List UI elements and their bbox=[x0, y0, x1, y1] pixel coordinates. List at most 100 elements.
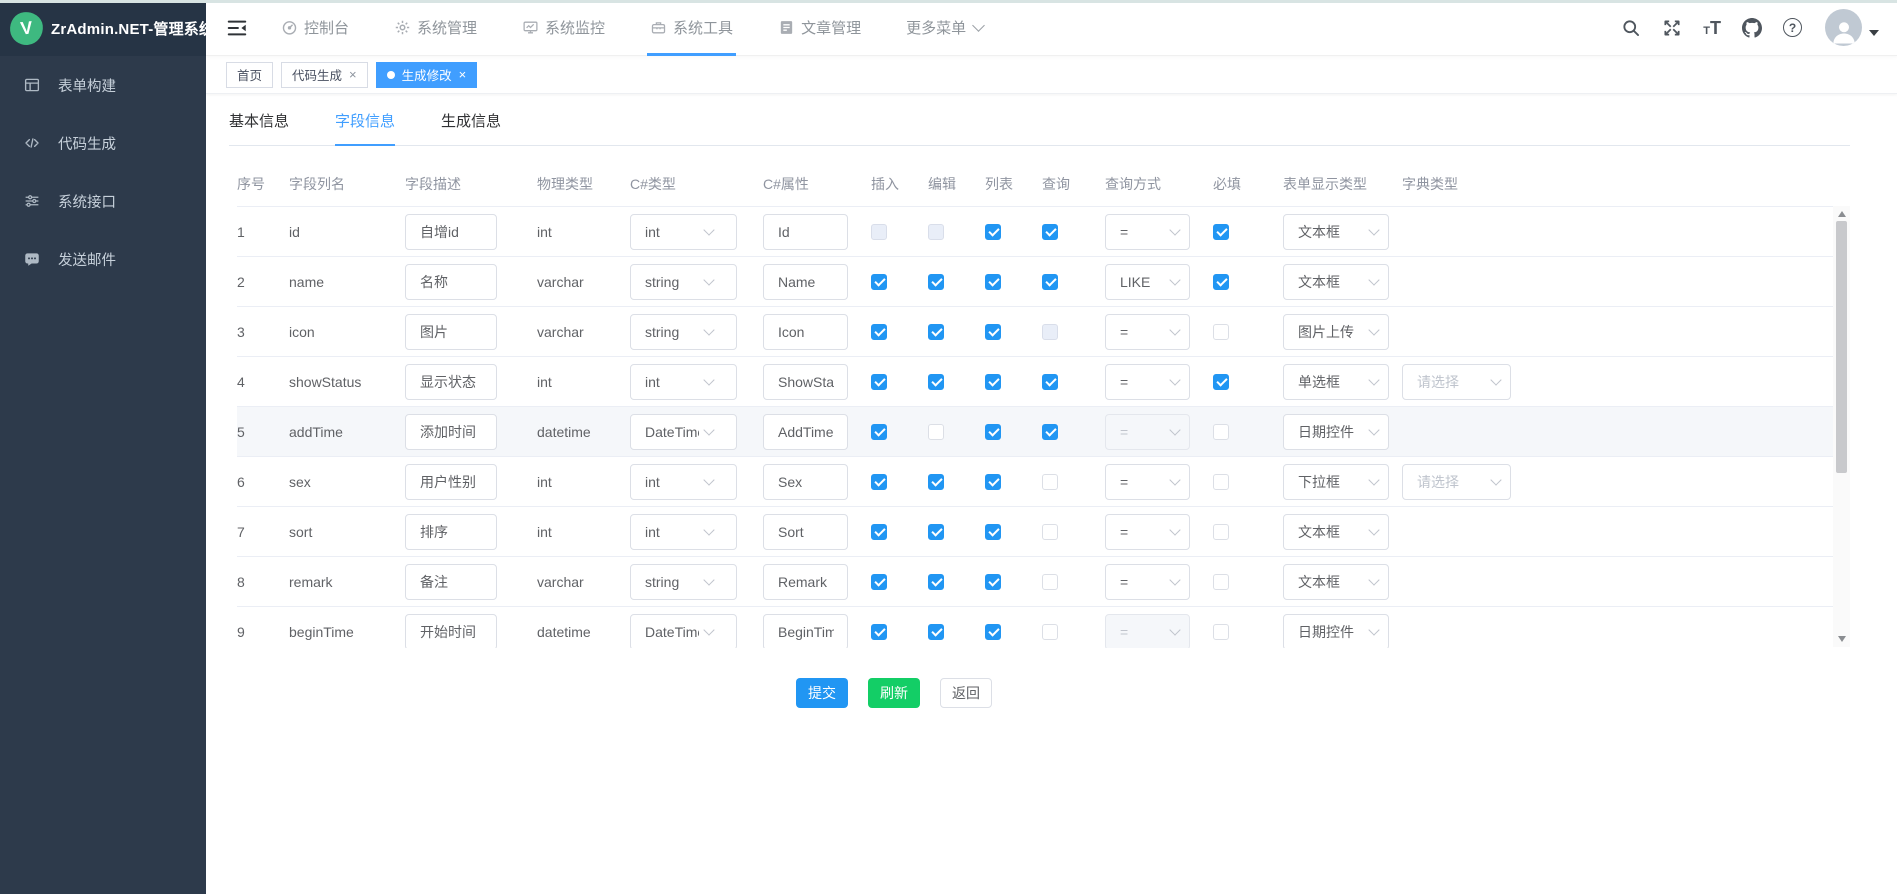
help-icon[interactable]: ? bbox=[1783, 18, 1802, 37]
display-type-select[interactable]: 文本框 bbox=[1283, 514, 1389, 550]
required-checkbox[interactable] bbox=[1213, 324, 1229, 340]
csharp-prop-input[interactable]: BeginTime bbox=[763, 614, 848, 649]
csharp-prop-input[interactable]: Sort bbox=[763, 514, 848, 550]
nav-item-system-tools[interactable]: 系统工具 bbox=[650, 0, 733, 56]
edit-checkbox[interactable] bbox=[928, 574, 944, 590]
insert-checkbox[interactable] bbox=[871, 324, 887, 340]
scrollbar-thumb[interactable] bbox=[1836, 221, 1847, 473]
list-checkbox[interactable] bbox=[985, 224, 1001, 240]
display-type-select[interactable]: 日期控件 bbox=[1283, 414, 1389, 450]
github-icon[interactable] bbox=[1742, 18, 1762, 38]
required-checkbox[interactable] bbox=[1213, 274, 1229, 290]
sidebar-item-system-api[interactable]: 系统接口 bbox=[0, 172, 206, 230]
display-type-select[interactable]: 下拉框 bbox=[1283, 464, 1389, 500]
fullscreen-icon[interactable] bbox=[1662, 18, 1682, 38]
scroll-up-arrow[interactable] bbox=[1833, 206, 1850, 222]
required-checkbox[interactable] bbox=[1213, 574, 1229, 590]
tab-basic-info[interactable]: 基本信息 bbox=[229, 110, 289, 145]
query-mode-select[interactable]: LIKE bbox=[1105, 264, 1190, 300]
insert-checkbox[interactable] bbox=[871, 424, 887, 440]
query-checkbox[interactable] bbox=[1042, 424, 1058, 440]
insert-checkbox[interactable] bbox=[871, 374, 887, 390]
display-type-select[interactable]: 单选框 bbox=[1283, 364, 1389, 400]
app-logo[interactable]: V ZrAdmin.NET-管理系统 bbox=[0, 0, 206, 56]
field-desc-input[interactable]: 用户性别 bbox=[405, 464, 497, 500]
field-desc-input[interactable]: 排序 bbox=[405, 514, 497, 550]
query-checkbox[interactable] bbox=[1042, 224, 1058, 240]
csharp-type-select[interactable]: string bbox=[630, 564, 737, 600]
csharp-prop-input[interactable]: Icon bbox=[763, 314, 848, 350]
list-checkbox[interactable] bbox=[985, 524, 1001, 540]
dict-type-select[interactable]: 请选择 bbox=[1402, 364, 1511, 400]
csharp-prop-input[interactable]: AddTime bbox=[763, 414, 848, 450]
back-button[interactable]: 返回 bbox=[940, 678, 992, 708]
list-checkbox[interactable] bbox=[985, 374, 1001, 390]
edit-checkbox[interactable] bbox=[928, 274, 944, 290]
nav-item-more-menu[interactable]: 更多菜单 bbox=[906, 0, 983, 56]
csharp-type-select[interactable]: string bbox=[630, 264, 737, 300]
user-menu[interactable] bbox=[1825, 9, 1879, 46]
edit-checkbox[interactable] bbox=[928, 374, 944, 390]
field-desc-input[interactable]: 显示状态 bbox=[405, 364, 497, 400]
field-desc-input[interactable]: 备注 bbox=[405, 564, 497, 600]
csharp-prop-input[interactable]: Name bbox=[763, 264, 848, 300]
nav-item-console[interactable]: 控制台 bbox=[281, 0, 349, 56]
query-mode-select[interactable]: = bbox=[1105, 514, 1190, 550]
nav-item-article-manage[interactable]: 文章管理 bbox=[778, 0, 861, 56]
submit-button[interactable]: 提交 bbox=[796, 678, 848, 708]
edit-checkbox[interactable] bbox=[928, 424, 944, 440]
menu-fold-icon[interactable] bbox=[226, 17, 248, 39]
required-checkbox[interactable] bbox=[1213, 224, 1229, 240]
query-checkbox[interactable] bbox=[1042, 374, 1058, 390]
edit-checkbox[interactable] bbox=[928, 324, 944, 340]
insert-checkbox[interactable] bbox=[871, 524, 887, 540]
csharp-type-select[interactable]: int bbox=[630, 364, 737, 400]
field-desc-input[interactable]: 自增id bbox=[405, 214, 497, 250]
csharp-prop-input[interactable]: Sex bbox=[763, 464, 848, 500]
edit-checkbox[interactable] bbox=[928, 474, 944, 490]
refresh-button[interactable]: 刷新 bbox=[868, 678, 920, 708]
sidebar-item-code-generate[interactable]: 代码生成 bbox=[0, 114, 206, 172]
query-checkbox[interactable] bbox=[1042, 474, 1058, 490]
dict-type-select[interactable]: 请选择 bbox=[1402, 464, 1511, 500]
query-mode-select[interactable]: = bbox=[1105, 364, 1190, 400]
required-checkbox[interactable] bbox=[1213, 424, 1229, 440]
search-icon[interactable] bbox=[1621, 18, 1641, 38]
csharp-prop-input[interactable]: Remark bbox=[763, 564, 848, 600]
table-scrollbar[interactable] bbox=[1833, 206, 1850, 647]
tab-field-info[interactable]: 字段信息 bbox=[335, 110, 395, 145]
query-checkbox[interactable] bbox=[1042, 524, 1058, 540]
required-checkbox[interactable] bbox=[1213, 474, 1229, 490]
query-mode-select[interactable]: = bbox=[1105, 214, 1190, 250]
list-checkbox[interactable] bbox=[985, 274, 1001, 290]
display-type-select[interactable]: 文本框 bbox=[1283, 564, 1389, 600]
sidebar-item-send-mail[interactable]: 发送邮件 bbox=[0, 230, 206, 288]
csharp-type-select[interactable]: string bbox=[630, 314, 737, 350]
insert-checkbox[interactable] bbox=[871, 474, 887, 490]
list-checkbox[interactable] bbox=[985, 474, 1001, 490]
query-mode-select[interactable]: = bbox=[1105, 464, 1190, 500]
close-icon[interactable]: × bbox=[459, 68, 467, 81]
nav-item-system-manage[interactable]: 系统管理 bbox=[394, 0, 477, 56]
nav-item-system-monitor[interactable]: 系统监控 bbox=[522, 0, 605, 56]
tag-generate-edit[interactable]: 生成修改 × bbox=[376, 62, 478, 88]
sidebar-item-form-builder[interactable]: 表单构建 bbox=[0, 56, 206, 114]
query-mode-select[interactable]: = bbox=[1105, 314, 1190, 350]
field-desc-input[interactable]: 名称 bbox=[405, 264, 497, 300]
close-icon[interactable]: × bbox=[349, 68, 357, 81]
display-type-select[interactable]: 文本框 bbox=[1283, 214, 1389, 250]
font-size-icon[interactable]: TT bbox=[1703, 19, 1721, 37]
tag-home[interactable]: 首页 bbox=[226, 62, 273, 88]
display-type-select[interactable]: 日期控件 bbox=[1283, 614, 1389, 649]
list-checkbox[interactable] bbox=[985, 324, 1001, 340]
required-checkbox[interactable] bbox=[1213, 374, 1229, 390]
csharp-type-select[interactable]: DateTime bbox=[630, 414, 737, 450]
csharp-prop-input[interactable]: ShowStatus bbox=[763, 364, 848, 400]
csharp-prop-input[interactable]: Id bbox=[763, 214, 848, 250]
csharp-type-select[interactable]: DateTime bbox=[630, 614, 737, 649]
display-type-select[interactable]: 图片上传 bbox=[1283, 314, 1389, 350]
query-checkbox[interactable] bbox=[1042, 574, 1058, 590]
field-desc-input[interactable]: 开始时间 bbox=[405, 614, 497, 649]
scroll-down-arrow[interactable] bbox=[1833, 631, 1850, 647]
insert-checkbox[interactable] bbox=[871, 274, 887, 290]
